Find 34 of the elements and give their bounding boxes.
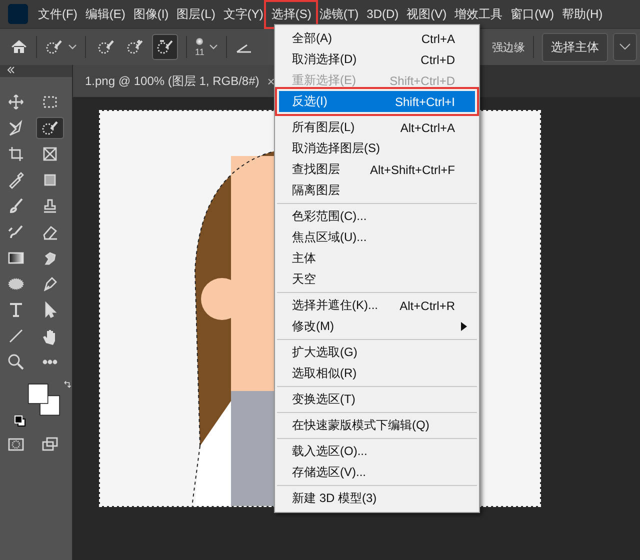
menu-item[interactable]: 帮助(H) xyxy=(558,2,607,26)
menu-item[interactable]: 选取相似(R) xyxy=(275,363,479,384)
menu-item[interactable]: 增效工具 xyxy=(450,2,507,26)
menu-item[interactable]: 主体 xyxy=(275,248,479,269)
menu-item[interactable]: 色彩范围(C)... xyxy=(275,206,479,227)
menu-item[interactable]: 存储选区(V)... xyxy=(275,462,479,483)
option-label[interactable]: 强边缘 xyxy=(492,40,525,54)
menu-item[interactable]: 文字(Y) xyxy=(219,2,268,26)
menu-item[interactable]: 查找图层 Alt+Shift+Ctrl+F xyxy=(275,159,479,180)
menu-item[interactable]: 修改(M) xyxy=(275,316,479,337)
menu-item[interactable]: 天空 xyxy=(275,269,479,290)
menu-item[interactable]: 滤镜(T) xyxy=(315,2,363,26)
menu-item[interactable]: 隔离图层 xyxy=(275,180,479,201)
menu-item[interactable]: 窗口(W) xyxy=(506,2,558,26)
brush-size[interactable]: 11 xyxy=(195,46,204,56)
select-subject-button[interactable]: 选择主体 xyxy=(542,32,608,62)
menu-item[interactable]: 3D(D) xyxy=(362,4,403,24)
menu-item[interactable]: 反选(I) Shift+Ctrl+I xyxy=(279,91,475,112)
menu-item[interactable]: 新建 3D 模型(3) xyxy=(275,488,479,509)
menu-item[interactable]: 文件(F) xyxy=(34,2,82,26)
menu-item[interactable]: 取消选择图层(S) xyxy=(275,138,479,159)
menu-item[interactable]: 所有图层(L) Alt+Ctrl+A xyxy=(275,117,479,138)
menu-item[interactable]: 在快速蒙版模式下编辑(Q) xyxy=(275,415,479,436)
menu-item[interactable]: 扩大选取(G) xyxy=(275,342,479,363)
menu-item[interactable]: 选择并遮住(K)... Alt+Ctrl+R xyxy=(275,295,479,316)
menu-item[interactable]: 全部(A) Ctrl+A xyxy=(275,28,479,49)
menu-item[interactable]: 变换选区(T) xyxy=(275,389,479,410)
menu-item[interactable]: 载入选区(O)... xyxy=(275,441,479,462)
menu-item[interactable]: 焦点区域(U)... xyxy=(275,227,479,248)
menu-item[interactable]: 图像(I) xyxy=(129,2,173,26)
menu-item[interactable]: 图层(L) xyxy=(172,2,220,26)
menu-item[interactable]: 视图(V) xyxy=(402,2,451,26)
close-icon[interactable]: × xyxy=(267,74,275,88)
menu-item[interactable]: 编辑(E) xyxy=(81,2,130,26)
